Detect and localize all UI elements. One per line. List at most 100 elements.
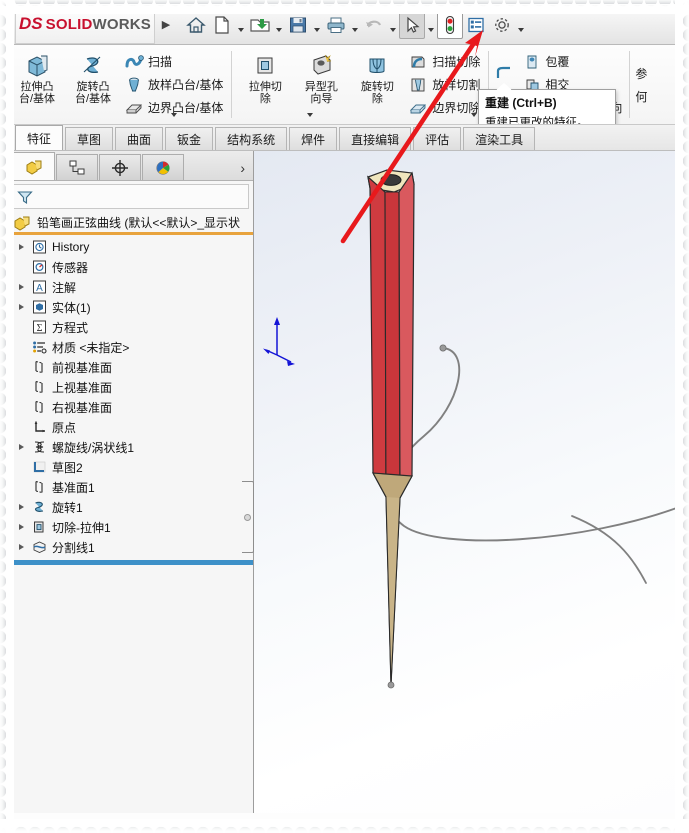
revolve-boss-button[interactable]: 旋转凸 台/基体 bbox=[65, 47, 121, 123]
extrude-cut-button[interactable]: 拉伸切除 bbox=[237, 47, 293, 123]
expand-arrow-icon[interactable] bbox=[13, 284, 29, 290]
appearances-icon bbox=[152, 158, 174, 178]
property-manager-tab[interactable] bbox=[56, 154, 98, 180]
tab-structure-system[interactable]: 结构系统 bbox=[215, 127, 288, 150]
feature-tree-list: History 传感器 A 注解 实体(1) Σ 方程式 材质 <未指定> 前视… bbox=[7, 235, 253, 813]
configuration-manager-tab[interactable] bbox=[99, 154, 141, 180]
boss-group-dropdown-caret-icon[interactable] bbox=[171, 108, 177, 122]
tree-item-material[interactable]: 材质 <未指定> bbox=[7, 337, 253, 357]
sketch-icon bbox=[29, 459, 49, 475]
document-title-row[interactable]: 铅笔画正弦曲线 (默认<<默认>_显示状 bbox=[7, 213, 253, 235]
rollback-bar[interactable] bbox=[7, 560, 253, 565]
feature-tree-icon bbox=[23, 157, 45, 177]
tab-weldments[interactable]: 焊件 bbox=[289, 127, 338, 150]
revolve-boss-icon bbox=[78, 52, 108, 78]
sweep-button[interactable]: 扫描 bbox=[121, 50, 226, 73]
loft-boss-button[interactable]: 放样凸台/基体 bbox=[121, 73, 226, 96]
tab-surfaces[interactable]: 曲面 bbox=[115, 127, 164, 150]
cut-group-dropdown-caret-icon[interactable] bbox=[307, 108, 313, 122]
tab-weldments-label: 焊件 bbox=[301, 132, 326, 147]
open-dropdown-caret-icon[interactable] bbox=[273, 11, 285, 39]
feature-tree-filter[interactable] bbox=[11, 184, 249, 209]
extrude-boss-icon bbox=[22, 52, 52, 78]
revolve-icon bbox=[29, 499, 49, 515]
panel-splitter-handle[interactable] bbox=[242, 481, 254, 553]
tab-surfaces-label: 曲面 bbox=[127, 132, 152, 147]
tree-item-helix[interactable]: 螺旋线/涡状线1 bbox=[7, 437, 253, 457]
tab-render-tools[interactable]: 渲染工具 bbox=[463, 127, 536, 150]
tree-item-sketch2[interactable]: 草图2 bbox=[7, 457, 253, 477]
expand-arrow-icon[interactable] bbox=[13, 544, 29, 550]
tab-direct-editing[interactable]: 直接编辑 bbox=[339, 127, 412, 150]
tree-item-label: 旋转1 bbox=[52, 500, 83, 515]
rebuild-tooltip: 重建 (Ctrl+B) 重建已更改的特征。 bbox=[478, 89, 616, 124]
tab-evaluate[interactable]: 评估 bbox=[413, 127, 462, 150]
print-dropdown-caret-icon[interactable] bbox=[349, 11, 361, 39]
save-dropdown-caret-icon[interactable] bbox=[311, 11, 323, 39]
hole-wizard-button[interactable]: 异型孔 向导 bbox=[293, 47, 349, 123]
new-document-dropdown-caret-icon[interactable] bbox=[235, 11, 247, 39]
graphics-viewport[interactable] bbox=[254, 151, 682, 813]
feature-manager-more-tabs[interactable]: › bbox=[240, 160, 245, 180]
tree-item-split-line1[interactable]: 分割线1 bbox=[7, 537, 253, 557]
sweep-cut-button[interactable]: 扫描切除 bbox=[405, 50, 483, 73]
home-icon[interactable] bbox=[183, 11, 209, 39]
quick-access-toolbar bbox=[183, 10, 527, 39]
tree-item-sensors[interactable]: 传感器 bbox=[7, 257, 253, 277]
tree-item-equations[interactable]: Σ 方程式 bbox=[7, 317, 253, 337]
configuration-icon bbox=[109, 158, 131, 178]
extrude-boss-button[interactable]: 拉伸凸 台/基体 bbox=[9, 47, 65, 123]
menu-expand-arrow-icon[interactable]: ▶ bbox=[155, 18, 177, 31]
select-dropdown-caret-icon[interactable] bbox=[425, 11, 437, 39]
options-list-icon[interactable] bbox=[463, 11, 489, 39]
expand-arrow-icon[interactable] bbox=[13, 524, 29, 530]
plane-icon bbox=[29, 399, 49, 415]
fillet-group-dropdown-caret-icon[interactable] bbox=[471, 108, 477, 122]
open-folder-icon[interactable] bbox=[247, 11, 273, 39]
solidworks-logo[interactable]: DS SOLIDWORKS bbox=[15, 5, 155, 44]
reference-geometry-button[interactable]: 参 bbox=[635, 62, 647, 85]
tab-sketch[interactable]: 草图 bbox=[65, 127, 114, 150]
undo-dropdown-caret-icon[interactable] bbox=[387, 11, 399, 39]
revolve-cut-icon bbox=[362, 52, 392, 78]
tree-item-label: 基准面1 bbox=[52, 480, 95, 495]
select-cursor-icon[interactable] bbox=[399, 10, 425, 39]
appearances-tab[interactable] bbox=[142, 154, 184, 180]
tree-item-annotations[interactable]: A 注解 bbox=[7, 277, 253, 297]
tree-item-front-plane[interactable]: 前视基准面 bbox=[7, 357, 253, 377]
tab-sheet-metal[interactable]: 钣金 bbox=[165, 127, 214, 150]
undo-icon[interactable] bbox=[361, 11, 387, 39]
settings-gear-icon[interactable] bbox=[489, 11, 515, 39]
expand-arrow-icon[interactable] bbox=[13, 444, 29, 450]
save-icon[interactable] bbox=[285, 11, 311, 39]
rebuild-icon[interactable] bbox=[437, 10, 463, 39]
new-document-icon[interactable] bbox=[209, 11, 235, 39]
splitter-dot-icon bbox=[244, 513, 251, 521]
tab-features[interactable]: 特征 bbox=[15, 125, 64, 150]
tab-render-tools-label: 渲染工具 bbox=[475, 132, 524, 147]
expand-arrow-icon[interactable] bbox=[13, 304, 29, 310]
settings-dropdown-caret-icon[interactable] bbox=[515, 11, 527, 39]
part-document-icon bbox=[12, 214, 32, 232]
tree-item-history[interactable]: History bbox=[7, 237, 253, 257]
revolve-cut-button[interactable]: 旋转切除 bbox=[349, 47, 405, 123]
tree-item-origin[interactable]: 原点 bbox=[7, 417, 253, 437]
wrap-button[interactable]: 包覆 bbox=[520, 50, 624, 73]
tree-item-plane1[interactable]: 基准面1 bbox=[7, 477, 253, 497]
feature-tree-filter-input[interactable] bbox=[34, 186, 248, 207]
revolve-cut-label: 旋转切除 bbox=[360, 80, 394, 106]
tree-item-extrude-cut1[interactable]: 切除-拉伸1 bbox=[7, 517, 253, 537]
tree-item-right-plane[interactable]: 右视基准面 bbox=[7, 397, 253, 417]
logo-works-text: WORKS bbox=[92, 15, 151, 33]
tree-item-top-plane[interactable]: 上视基准面 bbox=[7, 377, 253, 397]
expand-arrow-icon[interactable] bbox=[13, 504, 29, 510]
loft-cut-button[interactable]: 放样切割 bbox=[405, 73, 483, 96]
expand-arrow-icon[interactable] bbox=[13, 244, 29, 250]
fillet-button[interactable] bbox=[494, 62, 514, 85]
tab-sheet-metal-label: 钣金 bbox=[177, 132, 202, 147]
print-icon[interactable] bbox=[323, 11, 349, 39]
tree-item-revolve1[interactable]: 旋转1 bbox=[7, 497, 253, 517]
sensor-icon bbox=[29, 259, 49, 275]
feature-tree-tab[interactable] bbox=[13, 152, 55, 180]
tree-item-solid-bodies[interactable]: 实体(1) bbox=[7, 297, 253, 317]
